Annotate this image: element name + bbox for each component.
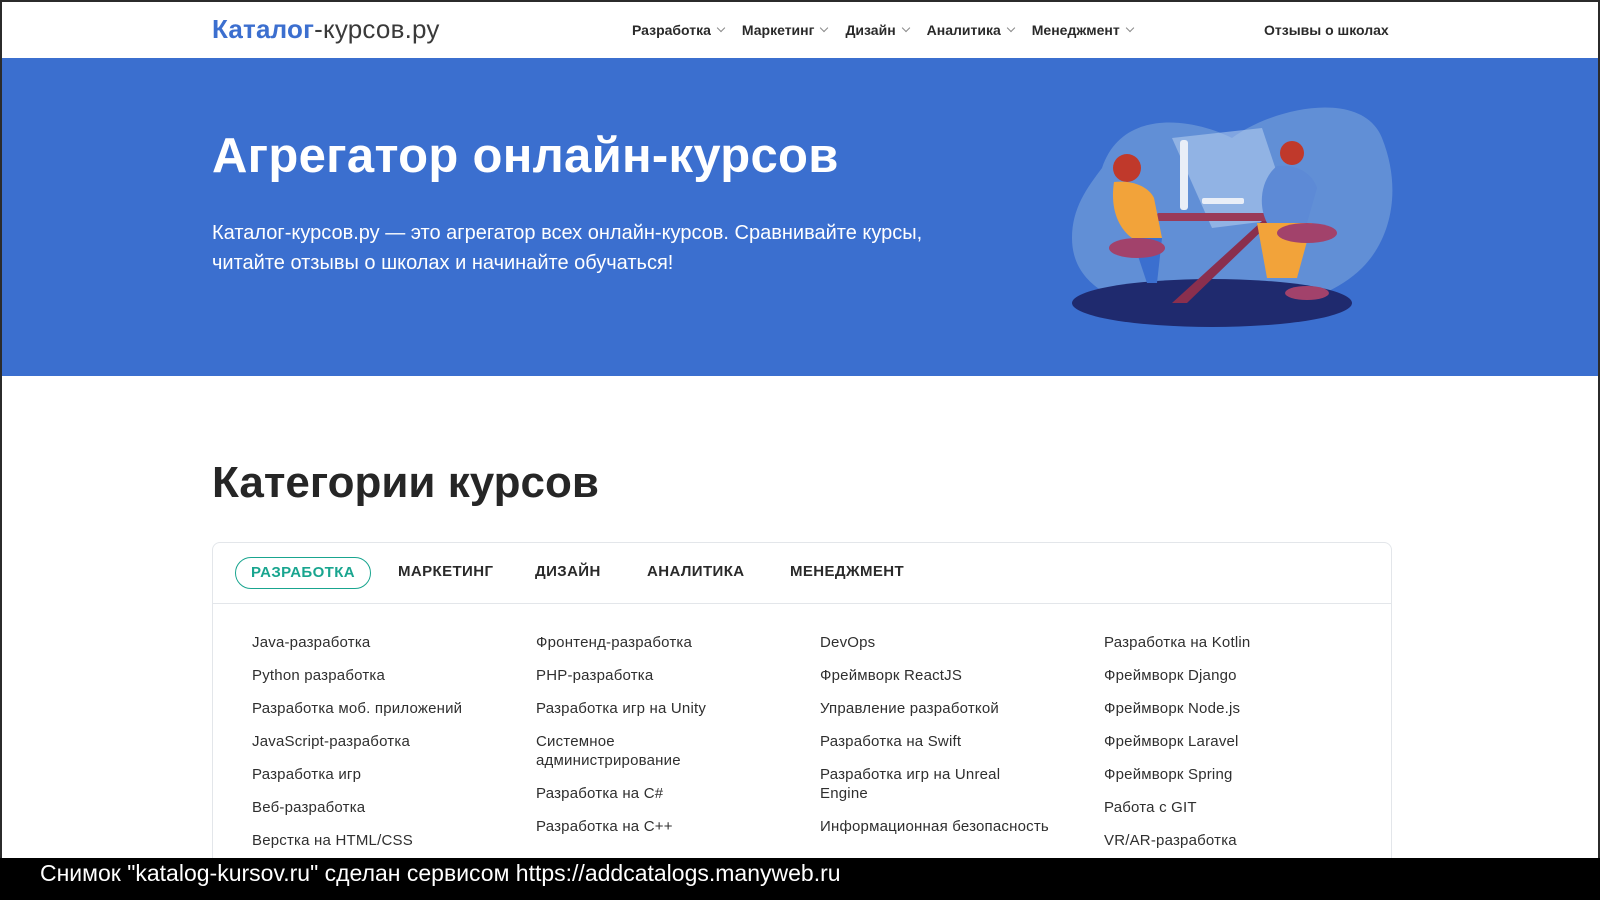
category-link[interactable]: Управление разработкой — [820, 699, 1050, 718]
nav-label: Менеджмент — [1031, 22, 1120, 38]
links-column-1: Java-разработка Python разработка Разраб… — [252, 633, 522, 864]
category-link[interactable]: Фреймворк Django — [1104, 666, 1374, 685]
nav-item-marketing[interactable]: Маркетинг — [741, 22, 829, 38]
categories-card: РАЗРАБОТКА МАРКЕТИНГ ДИЗАЙН АНАЛИТИКА МЕ… — [212, 542, 1392, 872]
category-link[interactable]: VR/AR-разработка — [1104, 831, 1374, 850]
category-link[interactable]: Фронтенд-разработка — [536, 633, 726, 652]
illustration-woman-head — [1113, 154, 1141, 182]
illustration-monitor — [1180, 140, 1188, 210]
nav-item-design[interactable]: Дизайн — [845, 22, 910, 38]
chevron-down-icon — [820, 23, 829, 33]
tab-management[interactable]: МЕНЕДЖМЕНТ — [790, 557, 904, 589]
category-link[interactable]: Разработка игр на Unreal Engine — [820, 765, 1050, 803]
nav-label: Маркетинг — [741, 22, 815, 38]
category-link[interactable]: Python разработка — [252, 666, 522, 685]
category-link[interactable]: Разработка на Swift — [820, 732, 1050, 751]
tab-marketing[interactable]: МАРКЕТИНГ — [398, 557, 493, 589]
illustration-stool-base — [1285, 286, 1329, 300]
category-link[interactable]: Разработка моб. приложений — [252, 699, 522, 718]
category-link[interactable]: Верстка на HTML/CSS — [252, 831, 522, 850]
category-link[interactable]: JavaScript-разработка — [252, 732, 522, 751]
logo-rest-text: -курсов.ру — [314, 14, 440, 44]
illustration-stool-left — [1109, 238, 1165, 258]
category-link[interactable]: Информационная безопасность — [820, 817, 1050, 836]
chevron-down-icon — [716, 23, 726, 33]
screenshot-caption: Снимок "katalog-kursov.ru" сделан сервис… — [0, 858, 1600, 900]
hero-banner: Агрегатор онлайн-курсов Каталог-курсов.р… — [0, 58, 1600, 376]
categories-title: Категории курсов — [212, 458, 599, 507]
category-link[interactable]: Разработка на Kotlin — [1104, 633, 1374, 652]
hero-subtitle-line: Каталог-курсов.ру — это агрегатор всех о… — [212, 222, 923, 244]
nav-item-analytics[interactable]: Аналитика — [926, 22, 1016, 38]
category-link[interactable]: Фреймворк Spring — [1104, 765, 1374, 784]
category-link[interactable]: DevOps — [820, 633, 1050, 652]
links-column-4: Разработка на Kotlin Фреймворк Django Фр… — [1104, 633, 1374, 864]
category-link[interactable]: PHP-разработка — [536, 666, 726, 685]
hero-title: Агрегатор онлайн-курсов — [212, 129, 839, 183]
illustration-laptop — [1202, 198, 1244, 204]
category-link[interactable]: Фреймворк ReactJS — [820, 666, 1050, 685]
nav-label: Разработка — [632, 22, 711, 38]
category-link[interactable]: Разработка игр на Unity — [536, 699, 726, 718]
category-link[interactable]: Веб-разработка — [252, 798, 522, 817]
school-reviews-link[interactable]: Отзывы о школах — [1264, 22, 1389, 38]
tab-design[interactable]: ДИЗАЙН — [535, 557, 601, 589]
logo-bold-text: Каталог — [212, 14, 315, 44]
illustration-stool-right — [1277, 223, 1337, 243]
hero-illustration — [1072, 107, 1393, 327]
category-link[interactable]: Системное администрирование — [536, 732, 726, 770]
chevron-down-icon — [901, 23, 910, 33]
tab-analytics[interactable]: АНАЛИТИКА — [647, 557, 745, 589]
category-link[interactable]: Java-разработка — [252, 633, 522, 652]
hero-subtitle: Каталог-курсов.ру — это агрегатор всех о… — [212, 218, 982, 278]
site-logo[interactable]: Каталог-курсов.ру — [212, 14, 440, 45]
category-link[interactable]: Разработка на C++ — [536, 817, 726, 836]
nav-item-development[interactable]: Разработка — [632, 22, 726, 38]
illustration-man-head — [1280, 141, 1304, 165]
tab-development[interactable]: РАЗРАБОТКА — [235, 557, 372, 589]
hero-subtitle-line: читайте отзывы о школах и начинайте обуч… — [212, 252, 674, 274]
chevron-down-icon — [1125, 23, 1134, 33]
nav-item-management[interactable]: Менеджмент — [1031, 22, 1134, 38]
chevron-down-icon — [1006, 23, 1016, 33]
category-link[interactable]: Фреймворк Node.js — [1104, 699, 1374, 718]
links-column-3: DevOps Фреймворк ReactJS Управление разр… — [820, 633, 1050, 850]
category-link[interactable]: Фреймворк Laravel — [1104, 732, 1374, 751]
category-link[interactable]: Разработка игр — [252, 765, 522, 784]
category-tabs: РАЗРАБОТКА МАРКЕТИНГ ДИЗАЙН АНАЛИТИКА МЕ… — [213, 543, 1391, 604]
site-header: Каталог-курсов.ру Разработка Маркетинг Д… — [0, 0, 1600, 58]
category-link[interactable]: Работа с GIT — [1104, 798, 1374, 817]
main-nav: Разработка Маркетинг Дизайн Аналитика Ме… — [632, 22, 1151, 38]
nav-label: Дизайн — [845, 22, 896, 38]
category-link[interactable]: Разработка на C# — [536, 784, 726, 803]
links-column-2: Фронтенд-разработка PHP-разработка Разра… — [536, 633, 726, 850]
nav-label: Аналитика — [926, 22, 1001, 38]
main-content: Категории курсов РАЗРАБОТКА МАРКЕТИНГ ДИ… — [0, 376, 1600, 872]
